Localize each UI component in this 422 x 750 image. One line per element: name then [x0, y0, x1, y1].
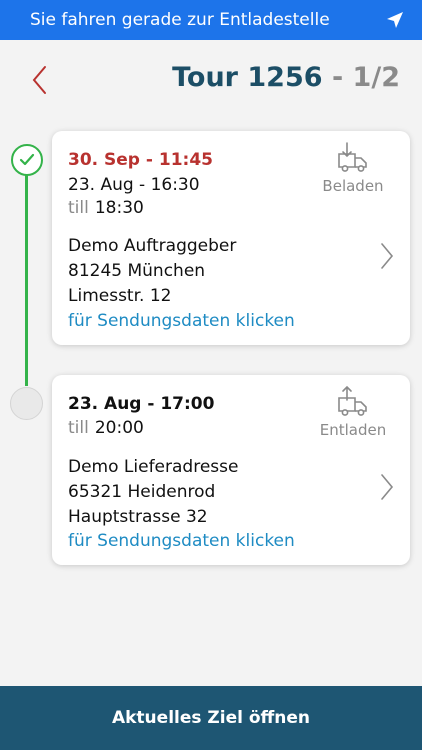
- status-label: Entladen: [319, 421, 387, 439]
- status-label: Beladen: [322, 177, 384, 195]
- stop-name: Demo Lieferadresse: [68, 457, 239, 477]
- planned-time: 30. Sep - 11:45: [68, 150, 213, 170]
- time-window-end: 20:00: [94, 418, 144, 438]
- stop-pending-indicator: [10, 387, 43, 420]
- page-title: Tour 1256 - 1/2: [172, 62, 400, 94]
- back-chevron-icon[interactable]: [24, 62, 54, 98]
- planned-time: 23. Aug - 17:00: [68, 394, 215, 414]
- time-window-end-row: till 18:30: [68, 197, 144, 219]
- stop-name: Demo Auftraggeber: [68, 236, 237, 256]
- shipment-details-link[interactable]: für Sendungsdaten klicken: [68, 310, 295, 332]
- chevron-right-icon[interactable]: [378, 472, 396, 502]
- time-window-start: 23. Aug - 16:30: [68, 175, 200, 195]
- tour-label: Tour 1256: [172, 62, 323, 93]
- status-banner: Sie fahren gerade zur Entladestelle: [0, 0, 422, 40]
- stop-city: 81245 München: [68, 261, 206, 281]
- stop-status: Beladen: [308, 141, 398, 195]
- truck-upload-icon: [308, 385, 398, 419]
- truck-download-icon: [308, 141, 398, 175]
- navigation-arrow-icon[interactable]: [384, 9, 406, 31]
- timeline-line: [25, 172, 28, 386]
- status-message: Sie fahren gerade zur Entladestelle: [30, 10, 330, 30]
- checkmark-icon: [19, 153, 35, 166]
- tour-progress: - 1/2: [322, 62, 400, 93]
- stop-card-loading[interactable]: 30. Sep - 11:45 23. Aug - 16:30 till 18:3…: [52, 131, 410, 345]
- stop-status: Entladen: [308, 385, 398, 439]
- chevron-right-icon[interactable]: [378, 241, 396, 271]
- stop-street: Limesstr. 12: [68, 286, 172, 306]
- open-current-destination-button[interactable]: Aktuelles Ziel öffnen: [0, 686, 422, 750]
- stop-completed-indicator: [11, 144, 43, 176]
- time-window-end: 18:30: [94, 198, 144, 218]
- shipment-details-link[interactable]: für Sendungsdaten klicken: [68, 530, 295, 552]
- time-window-end-row: till 20:00: [68, 417, 144, 439]
- stop-card-unloading[interactable]: 23. Aug - 17:00 till 20:00 Demo Lieferadr…: [52, 375, 410, 565]
- till-label: till: [68, 198, 89, 218]
- page-header: Tour 1256 - 1/2: [0, 52, 422, 108]
- stop-city: 65321 Heidenrod: [68, 482, 216, 502]
- stop-street: Hauptstrasse 32: [68, 507, 208, 527]
- till-label: till: [68, 418, 89, 438]
